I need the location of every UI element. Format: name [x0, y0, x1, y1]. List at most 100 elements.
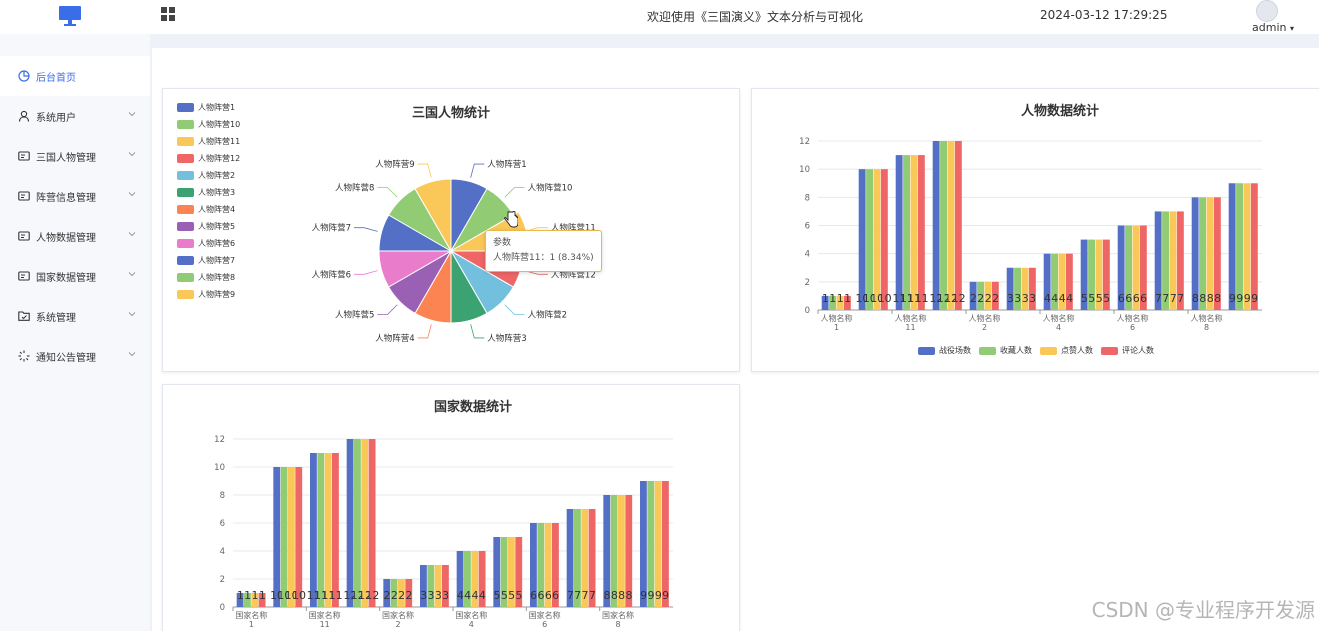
main-content: 三国人物统计 人物阵营1 人物阵营10 人物阵营11 人物阵营12 人物阵营2 人物阵营3…	[150, 34, 1319, 631]
avatar[interactable]	[1256, 0, 1278, 22]
bar-value-label: 2	[977, 292, 984, 305]
legend-swatch	[918, 346, 935, 355]
bar-value-label: 6	[538, 589, 545, 602]
x-tick-prefix: 人物名称	[1191, 313, 1223, 323]
bar-value-label: 3	[442, 589, 449, 602]
bar[interactable]	[273, 467, 281, 607]
x-tick-label: 8	[615, 620, 620, 629]
bar-value-label: 7	[582, 589, 589, 602]
y-tick-label: 10	[799, 165, 810, 175]
bar-value-label: 5	[1103, 292, 1110, 305]
tooltip-title: 参数	[493, 238, 512, 248]
pie-slice-label: 人物阵营3	[487, 333, 526, 344]
bar-legend-item[interactable]: 点赞人数	[1040, 345, 1093, 356]
chart-title: 国家数据统计	[434, 399, 512, 415]
sidebar-item-0[interactable]: 后台首页	[0, 56, 150, 96]
bar[interactable]	[1243, 183, 1251, 310]
bar[interactable]	[903, 155, 910, 310]
bar[interactable]	[346, 439, 354, 607]
bar-legend-item[interactable]: 战役场数	[918, 345, 971, 356]
bar-value-label: 8	[1192, 292, 1199, 305]
sidebar-item-6[interactable]: 系统管理	[0, 296, 150, 336]
x-tick-prefix: 国家名称	[382, 610, 414, 620]
bar[interactable]	[288, 467, 295, 607]
sidebar-item-7[interactable]: 通知公告管理	[0, 336, 150, 376]
pie-label-line	[470, 324, 485, 339]
bar[interactable]	[317, 453, 325, 607]
chevron-down-icon	[128, 190, 136, 198]
bar[interactable]	[310, 453, 317, 607]
sidebar-item-1[interactable]: 系统用户	[0, 96, 150, 136]
bar[interactable]	[1228, 183, 1236, 310]
y-tick-label: 6	[805, 222, 810, 232]
bar-value-label: 11	[329, 589, 343, 602]
bar[interactable]	[954, 141, 962, 310]
bar-value-label: 8	[611, 589, 618, 602]
bar-value-label: 5	[508, 589, 515, 602]
user-icon	[18, 110, 30, 122]
bar[interactable]	[295, 467, 303, 607]
bar[interactable]	[368, 439, 376, 607]
bar[interactable]	[332, 453, 339, 607]
x-tick-prefix: 人物名称	[895, 313, 927, 323]
bar[interactable]	[873, 169, 881, 310]
bar-value-label: 7	[1162, 292, 1169, 305]
card-icon	[18, 270, 30, 282]
bar-value-label: 6	[1118, 292, 1125, 305]
chevron-down-icon	[128, 150, 136, 158]
y-tick-label: 2	[805, 278, 810, 288]
user-menu[interactable]: admin ▾	[1252, 21, 1294, 34]
chevron-down-icon	[128, 270, 136, 278]
bar-value-label: 8	[626, 589, 633, 602]
bar[interactable]	[910, 155, 918, 310]
bar-value-label: 1	[237, 589, 244, 602]
sidebar-item-4[interactable]: 人物数据管理	[0, 216, 150, 256]
bar[interactable]	[324, 453, 332, 607]
bar[interactable]	[361, 439, 369, 607]
sidebar-item-3[interactable]: 阵营信息管理	[0, 176, 150, 216]
bar-value-label: 7	[1177, 292, 1184, 305]
chevron-down-icon	[128, 110, 136, 118]
sidebar-item-label: 国家数据管理	[36, 272, 96, 284]
bar[interactable]	[866, 169, 873, 310]
x-tick-prefix: 国家名称	[602, 610, 634, 620]
apps-grid-icon[interactable]	[160, 6, 176, 22]
pie-label-line	[417, 163, 432, 178]
x-tick-label: 2	[395, 620, 400, 629]
bar[interactable]	[917, 155, 925, 310]
bar[interactable]	[1236, 183, 1243, 310]
bar-value-label: 1	[252, 589, 259, 602]
bar-value-label: 4	[464, 589, 471, 602]
bar-legend-item[interactable]: 收藏人数	[979, 345, 1032, 356]
x-tick-label: 6	[1130, 323, 1135, 332]
bar[interactable]	[932, 141, 940, 310]
bar[interactable]	[895, 155, 903, 310]
monitor-icon[interactable]	[58, 4, 82, 28]
legend-label: 收藏人数	[1000, 346, 1032, 355]
bar[interactable]	[858, 169, 866, 310]
bar-value-label: 7	[589, 589, 596, 602]
pie-slice-label: 人物阵营6	[312, 269, 351, 280]
bar[interactable]	[1250, 183, 1258, 310]
bar-value-label: 4	[1059, 292, 1066, 305]
bar-value-label: 6	[552, 589, 559, 602]
bar[interactable]	[947, 141, 955, 310]
bar-legend-item[interactable]: 评论人数	[1101, 345, 1154, 356]
pie-label-line	[377, 304, 398, 316]
sidebar-item-label: 系统管理	[36, 312, 76, 324]
pie-label-line	[417, 324, 432, 339]
bar[interactable]	[880, 169, 888, 310]
sidebar-item-2[interactable]: 三国人物管理	[0, 136, 150, 176]
bar[interactable]	[940, 141, 947, 310]
bar-value-label: 6	[530, 589, 537, 602]
bar-value-label: 10	[292, 589, 306, 602]
bar[interactable]	[354, 439, 361, 607]
pie-label-line	[470, 163, 485, 178]
x-tick-label: 2	[982, 323, 987, 332]
bar[interactable]	[280, 467, 288, 607]
caret-down-icon: ▾	[1289, 24, 1294, 33]
sidebar-item-5[interactable]: 国家数据管理	[0, 256, 150, 296]
bar-value-label: 2	[391, 589, 398, 602]
x-tick-label: 4	[1056, 323, 1061, 332]
x-tick-label: 6	[542, 620, 547, 629]
